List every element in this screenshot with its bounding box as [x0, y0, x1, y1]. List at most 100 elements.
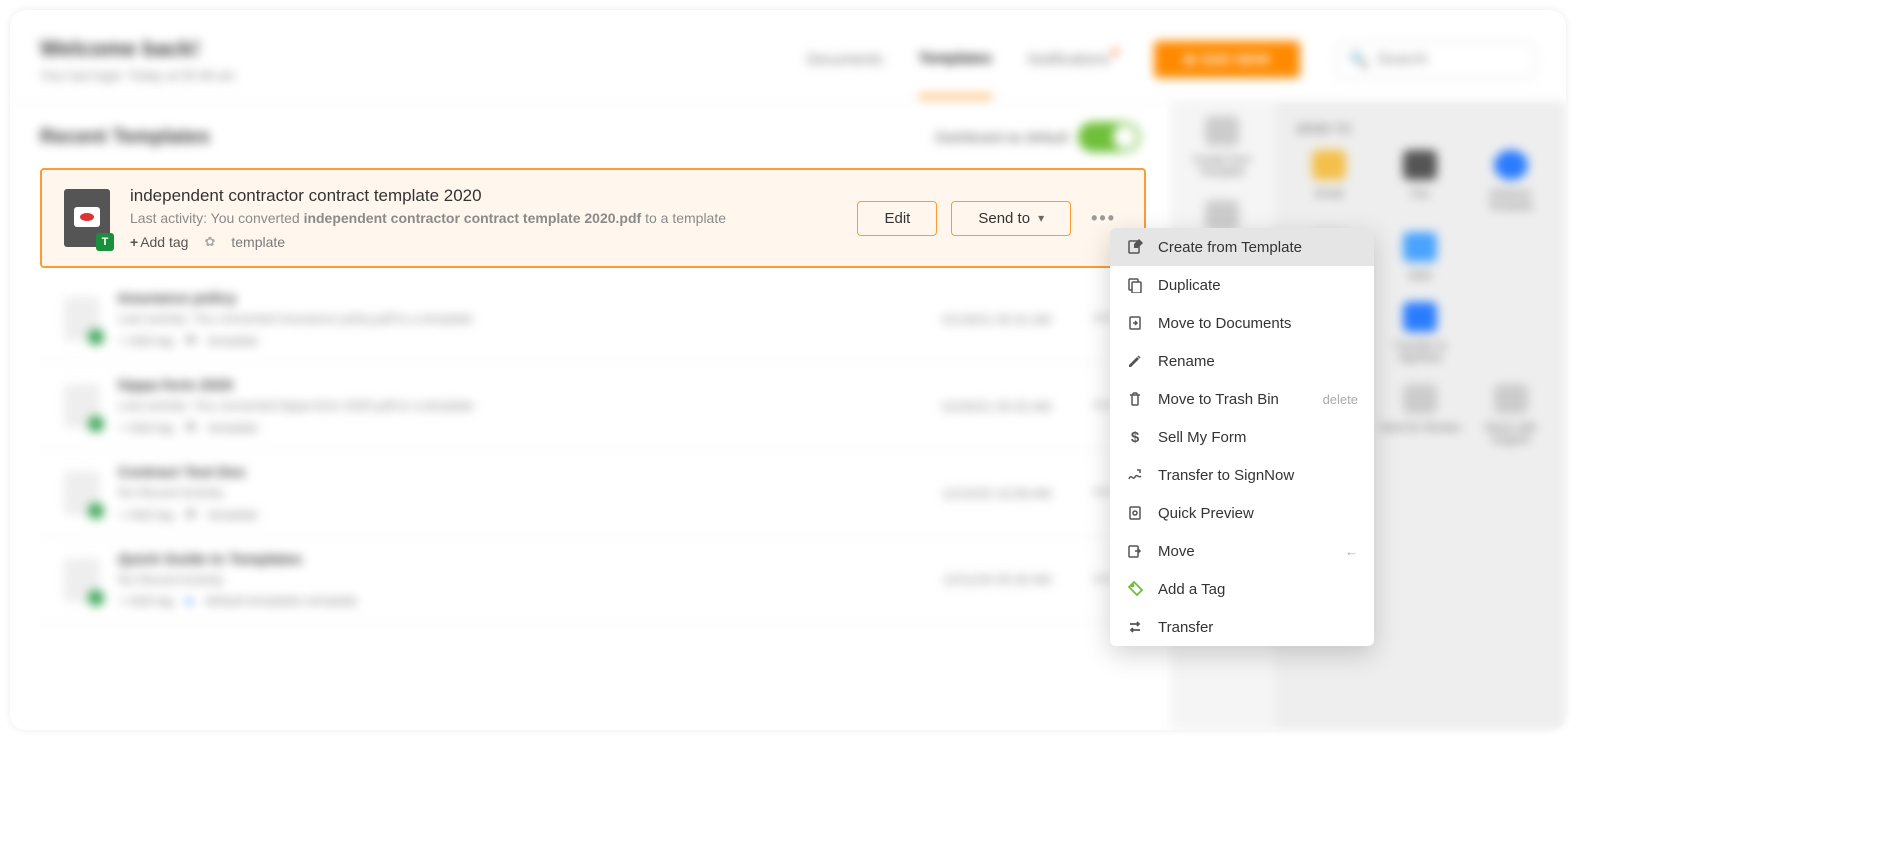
row-tags: + Add tag ✿template [118, 419, 924, 435]
tile-sms[interactable]: SMS [1379, 232, 1462, 282]
section-title: Recent Templates [40, 126, 935, 149]
menu-quick-preview[interactable]: Quick Preview [1110, 494, 1374, 532]
sidebar-create-from-template[interactable]: Create from Template [1170, 116, 1274, 178]
send-to-button[interactable]: Send to ▾ [951, 201, 1071, 236]
preview-icon [1126, 504, 1144, 522]
review-icon [1403, 384, 1437, 414]
dollar-icon: $ [1126, 428, 1144, 446]
menu-move-to-documents[interactable]: Move to Documents [1110, 304, 1374, 342]
tile-signnow[interactable]: Transfer to SignNow [1379, 302, 1462, 364]
tag-template: template [231, 234, 285, 250]
template-row[interactable]: Quick Guide to Templates No Recent Activ… [40, 537, 1140, 623]
doc-thumb-icon [64, 384, 100, 428]
move-docs-icon [1126, 314, 1144, 332]
support-icon [1494, 384, 1528, 414]
row-meta: Quick Guide to Templates No Recent Activ… [118, 551, 925, 608]
header-left: Welcome back! Your last login: Today at … [40, 36, 807, 83]
row-meta: Insurance policy Last activity: You conv… [118, 290, 924, 348]
template-row[interactable]: Insurance policy Last activity: You conv… [40, 276, 1140, 363]
tile-fax[interactable]: Fax [1379, 150, 1462, 212]
email-icon [1312, 150, 1346, 180]
selected-template-row[interactable]: T independent contractor contract templa… [40, 168, 1146, 268]
selected-title: independent contractor contract template… [130, 186, 837, 206]
selected-meta: independent contractor contract template… [130, 186, 837, 250]
menu-hint: ← [1345, 544, 1358, 559]
tag-icon [1126, 580, 1144, 598]
doc-thumb-icon [64, 297, 100, 341]
row-title: Contract Test Doc [118, 464, 924, 481]
row-date: 12/15/20 10:08 AM [942, 486, 1051, 501]
nav-documents[interactable]: Documents [807, 51, 883, 96]
notarize-icon [1494, 150, 1528, 180]
menu-add-tag[interactable]: Add a Tag [1110, 570, 1374, 608]
send-to-title: SEND TO [1288, 116, 1552, 150]
trash-icon [1126, 390, 1144, 408]
tile-email[interactable]: Email [1288, 150, 1371, 212]
tile-empty [1469, 302, 1552, 364]
doc-thumb-icon [64, 558, 100, 602]
tile-notarize[interactable]: Notarize Template [1469, 150, 1552, 212]
fax-icon [1403, 150, 1437, 180]
signnow-icon [1403, 302, 1437, 332]
menu-rename[interactable]: Rename [1110, 342, 1374, 380]
nav-templates[interactable]: Templates [919, 50, 992, 98]
row-date: 12/11/20 05:30 AM [943, 572, 1051, 587]
menu-hint: delete [1323, 392, 1358, 407]
move-icon [1126, 542, 1144, 560]
header: Welcome back! Your last login: Today at … [10, 10, 1566, 102]
add-tag-button[interactable]: +Add tag [130, 234, 188, 250]
row-sub: No Recent Activity [118, 485, 924, 500]
create-template-icon [1205, 116, 1239, 146]
row-title: Insurance policy [118, 290, 924, 307]
edit-doc-icon [1126, 238, 1144, 256]
row-title: Quick Guide to Templates [118, 551, 925, 568]
more-actions-button[interactable]: ••• [1085, 208, 1122, 229]
row-tags: + Add tag ✿template [118, 506, 924, 522]
signnow-icon [1126, 466, 1144, 484]
menu-move-to-trash[interactable]: Move to Trash Bin delete [1110, 380, 1374, 418]
template-row[interactable]: Contract Test Doc No Recent Activity + A… [40, 450, 1140, 537]
add-new-button[interactable]: ⊕ ADD NEW [1154, 41, 1301, 78]
row-sub: Last activity: You converted hippa form … [118, 398, 924, 413]
edit-button[interactable]: Edit [857, 201, 937, 236]
menu-move[interactable]: Move ← [1110, 532, 1374, 570]
row-date: 01/04/21 05:32 AM [942, 399, 1051, 414]
nav-notifications[interactable]: Notifications [1028, 51, 1118, 96]
row-sub: Last activity: You converted Insurance p… [118, 311, 924, 326]
action-icon [1205, 200, 1239, 230]
menu-create-from-template[interactable]: Create from Template [1110, 228, 1374, 266]
section-header: Recent Templates Dashboard as default [40, 122, 1140, 152]
row-sub: No Recent Activity [118, 572, 925, 587]
selected-activity: Last activity: You converted independent… [130, 210, 837, 226]
selected-tag-row: +Add tag ✿ template [130, 234, 837, 250]
tile-empty [1469, 232, 1552, 282]
menu-transfer-signnow[interactable]: Transfer to SignNow [1110, 456, 1374, 494]
search-icon: 🔍 [1349, 50, 1369, 70]
transfer-icon [1126, 618, 1144, 636]
selected-buttons: Edit Send to ▾ ••• [857, 201, 1122, 236]
template-row[interactable]: hippa form 2020 Last activity: You conve… [40, 363, 1140, 450]
copy-icon [1126, 276, 1144, 294]
rename-icon [1126, 352, 1144, 370]
search-placeholder: Search [1377, 51, 1428, 69]
tile-support[interactable]: Share with Support [1469, 384, 1552, 446]
dashboard-default-toggle[interactable] [1078, 122, 1140, 152]
row-title: hippa form 2020 [118, 377, 924, 394]
template-badge-icon: T [96, 233, 114, 251]
tile-review[interactable]: Send for Review [1379, 384, 1462, 446]
row-meta: Contract Test Doc No Recent Activity + A… [118, 464, 924, 522]
row-meta: hippa form 2020 Last activity: You conve… [118, 377, 924, 435]
menu-duplicate[interactable]: Duplicate [1110, 266, 1374, 304]
search-input[interactable]: 🔍 Search [1336, 41, 1536, 79]
menu-sell-my-form[interactable]: $ Sell My Form [1110, 418, 1374, 456]
gear-icon[interactable]: ✿ [204, 234, 215, 250]
row-tags: + Add tag ✿template [118, 332, 924, 348]
doc-thumb-icon [64, 471, 100, 515]
sidebar-action[interactable] [1205, 200, 1239, 230]
app-window: Welcome back! Your last login: Today at … [10, 10, 1566, 730]
selected-thumb: T [64, 189, 110, 247]
welcome-title: Welcome back! [40, 36, 807, 62]
row-tags: + Add tag ●default templates template [118, 593, 925, 608]
menu-transfer[interactable]: Transfer [1110, 608, 1374, 646]
sms-icon [1403, 232, 1437, 262]
